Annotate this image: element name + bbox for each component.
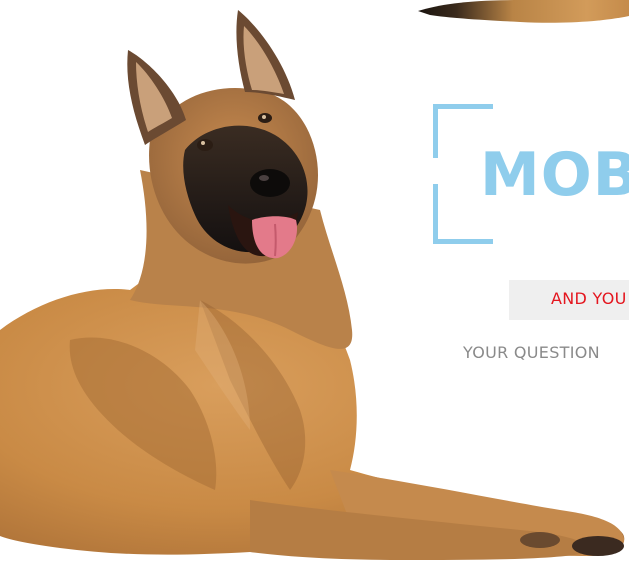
hero-banner: MOBI AND YOU YOUR QUESTION (0, 0, 629, 566)
bracket-top-bar (433, 104, 493, 109)
bracket-bottom-bar (433, 239, 493, 244)
hero-headline: MOBI (480, 140, 629, 210)
hero-question-line: YOUR QUESTION (463, 343, 600, 362)
hero-subtitle: AND YOU (551, 289, 627, 308)
bracket-gap (430, 158, 444, 184)
